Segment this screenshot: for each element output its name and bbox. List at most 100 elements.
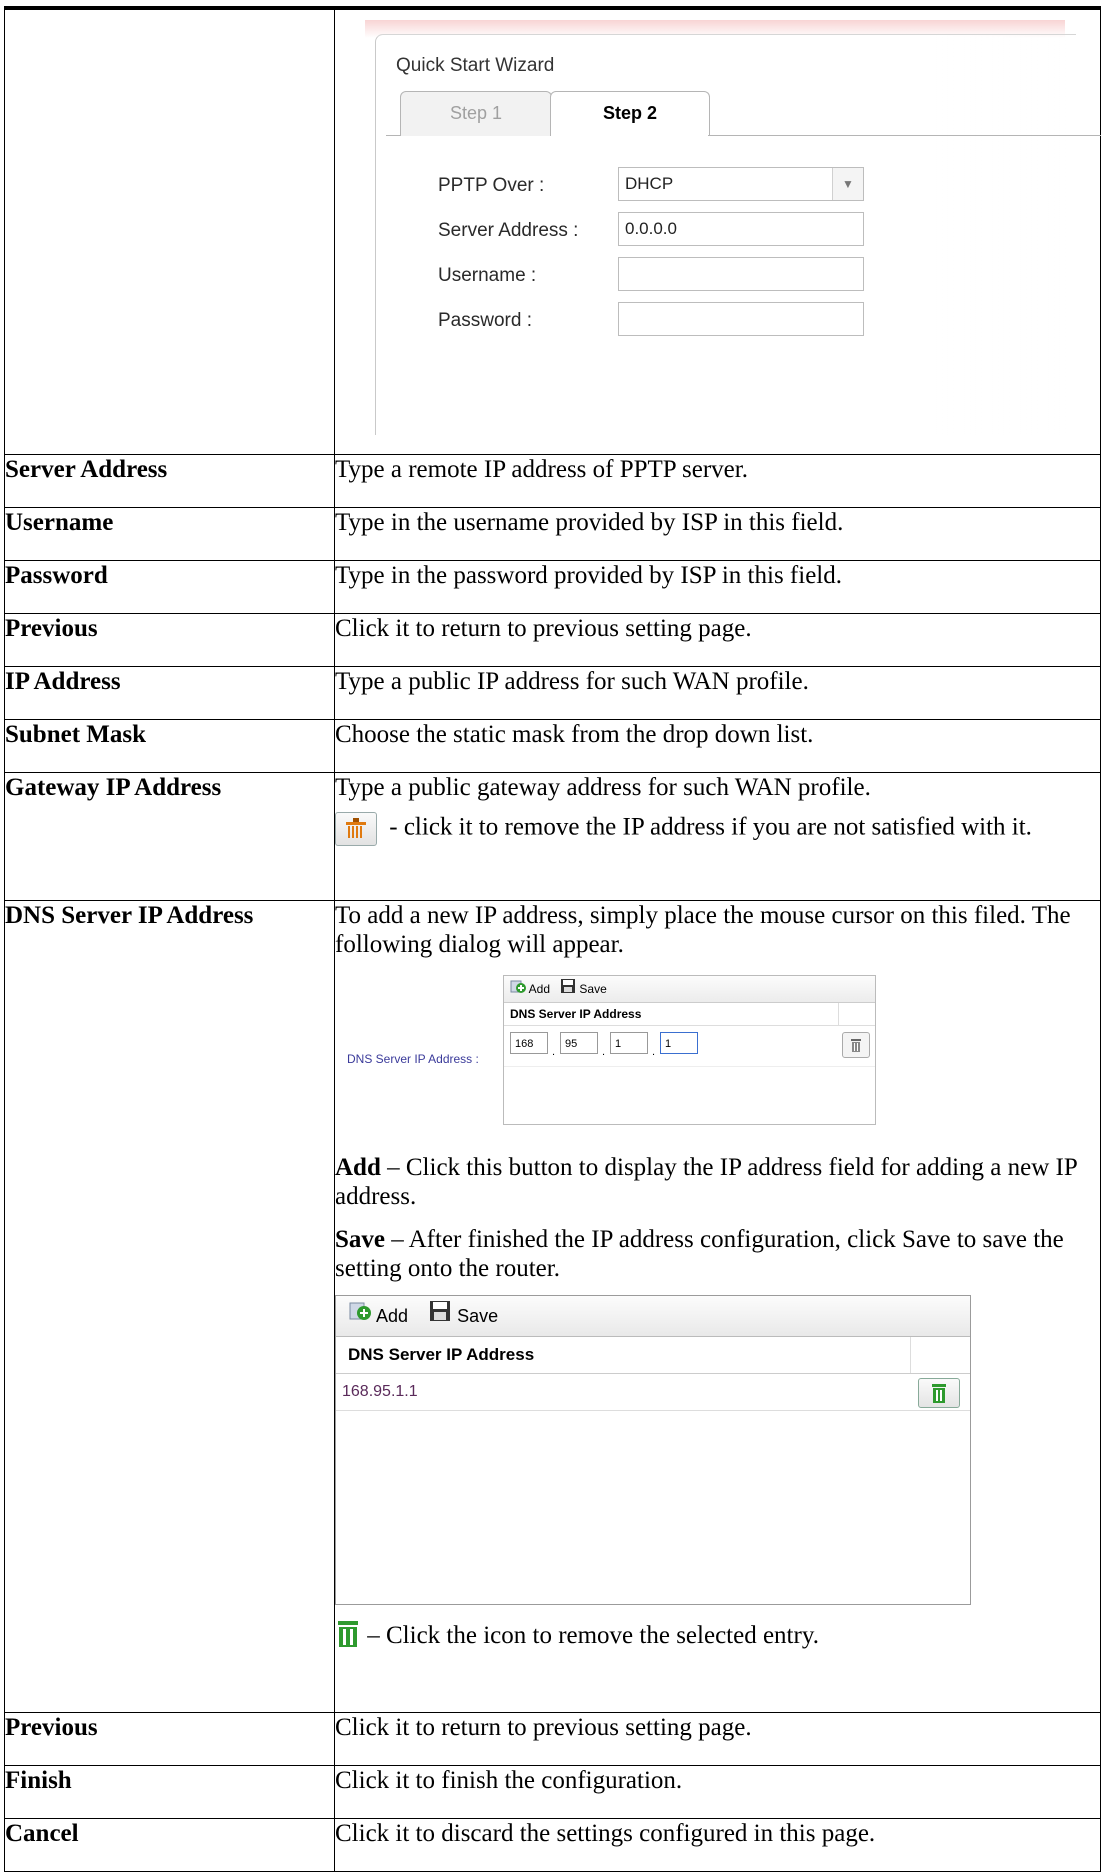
desc-cell: Type a public gateway address for such W… xyxy=(334,772,1101,901)
add-desc: – Click this button to display the IP ad… xyxy=(335,1154,1077,1210)
save-icon[interactable] xyxy=(560,977,576,1003)
remove-ip-button[interactable] xyxy=(335,812,377,846)
dns-small-toolbar: Add Save xyxy=(504,976,875,1003)
desc-cell: Click it to return to previous setting p… xyxy=(334,1712,1101,1766)
dns-big-dialog: Add Save DNS Server IP Address 168.95.1.… xyxy=(335,1295,971,1605)
server-address-label: Server Address : xyxy=(438,220,579,241)
remove-entry-desc: – Click the icon to remove the selected … xyxy=(361,1622,819,1650)
desc-cell: Click it to discard the settings configu… xyxy=(334,1818,1101,1872)
desc-cell: Type in the password provided by ISP in … xyxy=(334,560,1101,614)
ip-octet-input[interactable]: 95 xyxy=(560,1032,598,1054)
table-row: DNS Server IP Address To add a new IP ad… xyxy=(4,900,1101,1713)
term-cell: IP Address xyxy=(4,666,335,720)
term-cell: Finish xyxy=(4,1765,335,1819)
username-input[interactable] xyxy=(618,257,864,291)
tab-divider xyxy=(708,135,1101,136)
add-icon[interactable] xyxy=(348,1297,372,1337)
column-header-text: DNS Server IP Address xyxy=(510,1007,642,1021)
dns-entry-value: 168.95.1.1 xyxy=(342,1383,418,1400)
trash-icon[interactable] xyxy=(842,1032,870,1058)
ip-entry-row: 168 . 95 . 1 . 1 xyxy=(504,1026,875,1067)
add-description: Add – Click this button to display the I… xyxy=(335,1153,1100,1211)
table-row: Username Type in the username provided b… xyxy=(4,507,1101,561)
column-header: DNS Server IP Address xyxy=(336,1337,970,1374)
desc-cell: Type a public IP address for such WAN pr… xyxy=(334,666,1101,720)
wizard-row: Quick Start Wizard Step 1 Step 2 PPTP Ov… xyxy=(4,6,1101,455)
ip-octet-input[interactable]: 1 xyxy=(660,1032,698,1054)
table-row: Server Address Type a remote IP address … xyxy=(4,454,1101,508)
trash-icon[interactable] xyxy=(918,1378,960,1408)
table-row: Password Type in the password provided b… xyxy=(4,560,1101,614)
chevron-down-icon[interactable]: ▼ xyxy=(832,168,863,200)
dns-small-dialog-figure: DNS Server IP Address : Add Save DNS Ser… xyxy=(335,967,1100,1147)
ip-octet-input[interactable]: 1 xyxy=(610,1032,648,1054)
term-cell: Cancel xyxy=(4,1818,335,1872)
remove-note: - click it to remove the IP address if y… xyxy=(335,812,1100,846)
dot-separator: . xyxy=(652,1046,656,1058)
column-header-text: DNS Server IP Address xyxy=(348,1345,535,1364)
term-cell: Gateway IP Address xyxy=(4,772,335,901)
wizard-screenshot-cell: Quick Start Wizard Step 1 Step 2 PPTP Ov… xyxy=(334,6,1101,455)
dns-small-dialog: Add Save DNS Server IP Address 168 . 95 … xyxy=(503,975,876,1125)
desc-cell: Type a remote IP address of PPTP server. xyxy=(334,454,1101,508)
username-label: Username : xyxy=(438,265,537,286)
add-icon[interactable] xyxy=(510,977,526,1003)
save-icon[interactable] xyxy=(428,1297,452,1337)
desc-cell: To add a new IP address, simply place th… xyxy=(334,900,1101,1713)
table-row: Subnet Mask Choose the static mask from … xyxy=(4,719,1101,773)
save-desc: – After finished the IP address configur… xyxy=(335,1226,1064,1282)
desc-cell: Click it to finish the configuration. xyxy=(334,1765,1101,1819)
save-button[interactable]: Save xyxy=(457,1306,498,1326)
table-row: IP Address Type a public IP address for … xyxy=(4,666,1101,720)
term-cell: DNS Server IP Address xyxy=(4,900,335,1713)
term-cell: Password xyxy=(4,560,335,614)
column-divider xyxy=(838,1003,839,1025)
column-divider xyxy=(910,1337,911,1373)
gateway-desc: Type a public gateway address for such W… xyxy=(335,774,871,801)
table-row: Gateway IP Address Type a public gateway… xyxy=(4,772,1101,901)
password-label: Password : xyxy=(438,310,532,331)
desc-cell: Click it to return to previous setting p… xyxy=(334,613,1101,667)
tab-divider xyxy=(386,135,400,136)
wizard-title: Quick Start Wizard xyxy=(396,55,555,76)
table-row: Previous Click it to return to previous … xyxy=(4,613,1101,667)
column-header: DNS Server IP Address xyxy=(504,1003,875,1026)
save-description: Save – After finished the IP address con… xyxy=(335,1225,1100,1283)
ip-octet-input[interactable]: 168 xyxy=(510,1032,548,1054)
table-row: Cancel Click it to discard the settings … xyxy=(4,1818,1101,1872)
term-cell: Server Address xyxy=(4,454,335,508)
description-table: Quick Start Wizard Step 1 Step 2 PPTP Ov… xyxy=(4,6,1101,1872)
trash-icon xyxy=(335,1619,361,1656)
dns-entry-row[interactable]: 168.95.1.1 xyxy=(336,1374,970,1411)
broom-trash-icon xyxy=(346,818,366,838)
term-cell: Previous xyxy=(4,1712,335,1766)
term-cell: Username xyxy=(4,507,335,561)
remove-entry-note: – Click the icon to remove the selected … xyxy=(335,1619,1100,1656)
desc-cell: Choose the static mask from the drop dow… xyxy=(334,719,1101,773)
table-row: Finish Click it to finish the configurat… xyxy=(4,1765,1101,1819)
add-term: Add xyxy=(335,1154,381,1181)
add-button[interactable]: Add xyxy=(529,982,550,996)
empty-cell xyxy=(4,6,335,455)
tab-step-1[interactable]: Step 1 xyxy=(400,91,552,136)
dot-separator: . xyxy=(602,1046,606,1058)
remove-note-text: - click it to remove the IP address if y… xyxy=(383,813,1032,841)
server-address-input[interactable]: 0.0.0.0 xyxy=(618,212,864,246)
table-row: Previous Click it to return to previous … xyxy=(4,1712,1101,1766)
add-button[interactable]: Add xyxy=(376,1306,408,1326)
desc-cell: Type in the username provided by ISP in … xyxy=(334,507,1101,561)
term-cell: Previous xyxy=(4,613,335,667)
pptp-over-select[interactable]: DHCP ▼ xyxy=(618,167,864,201)
term-cell: Subnet Mask xyxy=(4,719,335,773)
dns-field-label: DNS Server IP Address : xyxy=(347,1052,479,1066)
tab-step-2[interactable]: Step 2 xyxy=(550,91,710,136)
dns-big-toolbar: Add Save xyxy=(336,1296,970,1337)
dot-separator: . xyxy=(552,1046,556,1058)
save-button[interactable]: Save xyxy=(579,982,606,996)
pptp-over-label: PPTP Over : xyxy=(438,175,545,196)
dns-intro: To add a new IP address, simply place th… xyxy=(335,902,1071,958)
quick-start-wizard: Quick Start Wizard Step 1 Step 2 PPTP Ov… xyxy=(375,34,1101,435)
pptp-over-value: DHCP xyxy=(625,174,674,193)
save-term: Save xyxy=(335,1226,385,1253)
password-input[interactable] xyxy=(618,302,864,336)
